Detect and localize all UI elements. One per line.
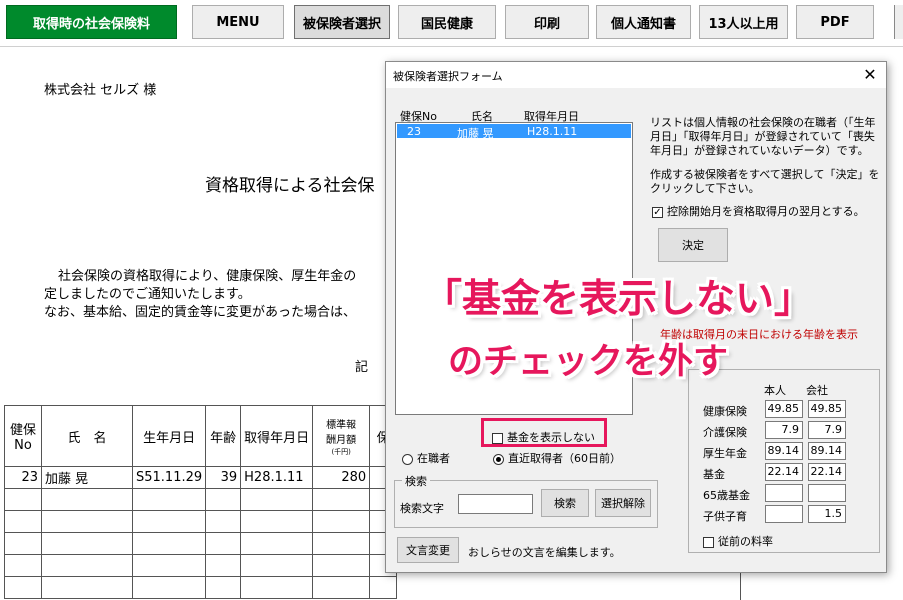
search-input[interactable] xyxy=(458,494,533,514)
radio-recent[interactable]: 直近取得者（60日前） xyxy=(493,450,621,466)
doc-grid-line xyxy=(740,570,741,600)
dialog-title: 被保険者選択フォーム xyxy=(393,70,503,83)
search-label: 検索文字 xyxy=(400,502,444,515)
search-button[interactable]: 検索 xyxy=(541,489,589,517)
doc-ki: 記 xyxy=(355,360,369,375)
cell-salary: 280 xyxy=(312,466,371,489)
pdf-button[interactable]: PDF xyxy=(796,5,874,39)
doc-paragraph-line1: 社会保険の資格取得により、健康保険、厚生年金の xyxy=(58,269,357,284)
header-salary: 標準報 酬月額 (千円) xyxy=(312,405,371,467)
rates-col-self: 本人 xyxy=(764,384,786,397)
header-acquired: 取得年月日 xyxy=(240,405,314,467)
annotation-line2: のチェックを外す xyxy=(448,342,729,382)
close-icon[interactable]: ✕ xyxy=(860,65,880,85)
doc-paragraph-line2: 定しましたのでご通知いたします。 xyxy=(44,287,251,302)
header-age: 年齢 xyxy=(205,405,242,467)
text-change-button[interactable]: 文言変更 xyxy=(397,537,459,563)
rate-self-field[interactable] xyxy=(765,484,803,502)
document-table: 健保 No 氏 名 生年月日 年齢 取得年月日 標準報 酬月額 (千円) 保 23 加… xyxy=(4,405,398,599)
rate-label: 基金 xyxy=(703,468,725,481)
info-line5: クリックして下さい。 xyxy=(650,182,760,195)
header-name: 氏 名 xyxy=(41,405,133,467)
checkmark-icon: ✓ xyxy=(652,206,663,218)
rate-company-field[interactable]: 22.14 xyxy=(808,463,846,481)
table-row xyxy=(4,576,398,599)
title-button[interactable]: 取得時の社会保険料 xyxy=(6,5,177,39)
legacy-rate-checkbox[interactable]: 従前の料率 xyxy=(703,533,773,549)
cell-birth: S51.11.29 xyxy=(131,466,207,489)
header-birth: 生年月日 xyxy=(131,405,207,467)
rate-self-field[interactable]: 22.14 xyxy=(765,463,803,481)
rate-self-field[interactable]: 89.14 xyxy=(765,442,803,460)
header-no: 健保 No xyxy=(4,405,42,467)
menu-button[interactable]: MENU xyxy=(192,5,284,39)
table-header-row: 健保 No 氏 名 生年月日 年齢 取得年月日 標準報 酬月額 (千円) 保 xyxy=(4,405,398,467)
rate-label: 65歳基金 xyxy=(703,489,750,502)
table-row xyxy=(4,488,398,511)
annotation-line1: 「基金を表示しない」 xyxy=(423,277,814,322)
list-item[interactable]: 23 加藤 晃 H28.1.11 xyxy=(397,124,631,140)
rates-col-company: 会社 xyxy=(806,384,828,397)
table-row xyxy=(4,510,398,533)
radio-employed[interactable]: 在職者 xyxy=(402,450,450,466)
cell-age: 39 xyxy=(205,466,242,489)
rate-company-field[interactable]: 89.14 xyxy=(808,442,846,460)
cell-no: 23 xyxy=(4,466,42,489)
table-row xyxy=(4,554,398,577)
rate-self-field[interactable]: 7.9 xyxy=(765,421,803,439)
table-row: 23 加藤 晃 S51.11.29 39 H28.1.11 280 xyxy=(4,466,398,489)
toolbar: 取得時の社会保険料 MENU 被保険者選択 国民健康 印刷 個人通知書 13人以… xyxy=(0,0,903,46)
toolbar-edge xyxy=(894,5,903,39)
info-line3: 年月日」が登録されていないデータ）です。 xyxy=(650,144,869,157)
cell-acquired: H28.1.11 xyxy=(240,466,314,489)
table-row xyxy=(4,532,398,555)
cell-name: 加藤 晃 xyxy=(41,466,133,489)
company-name: 株式会社 セルズ 様 xyxy=(44,83,157,98)
personal-notice-button[interactable]: 個人通知書 xyxy=(596,5,691,39)
dialog-titlebar: 被保険者選択フォーム ✕ xyxy=(386,62,886,88)
rate-company-field[interactable] xyxy=(808,484,846,502)
rate-company-field[interactable]: 7.9 xyxy=(808,421,846,439)
document-heading: 資格取得による社会保 xyxy=(205,176,375,196)
print-button[interactable]: 印刷 xyxy=(505,5,589,39)
decide-button[interactable]: 決定 xyxy=(658,228,728,262)
rate-company-field[interactable]: 1.5 xyxy=(808,505,846,523)
doc-paragraph-line3: なお、基本給、固定的賃金等に変更があった場合は、 xyxy=(44,305,357,320)
deduct-checkbox[interactable]: ✓ 控除開始月を資格取得月の翌月とする。 xyxy=(652,203,865,219)
highlight-box xyxy=(481,418,607,447)
over13-button[interactable]: 13人以上用 xyxy=(699,5,788,39)
rate-label: 子供子育 xyxy=(703,510,747,523)
select-insured-button[interactable]: 被保険者選択 xyxy=(294,5,390,39)
rate-self-field[interactable]: 49.85 xyxy=(765,400,803,418)
rate-label: 健康保険 xyxy=(703,405,747,418)
search-group-label: 検索 xyxy=(402,473,430,489)
text-change-note: おしらせの文言を編集します。 xyxy=(468,546,621,559)
national-health-button[interactable]: 国民健康 xyxy=(398,5,496,39)
rate-label: 厚生年金 xyxy=(703,447,747,460)
rate-company-field[interactable]: 49.85 xyxy=(808,400,846,418)
rate-label: 介護保険 xyxy=(703,426,747,439)
toolbar-divider xyxy=(0,46,903,47)
rate-self-field[interactable] xyxy=(765,505,803,523)
clear-selection-button[interactable]: 選択解除 xyxy=(595,489,651,517)
